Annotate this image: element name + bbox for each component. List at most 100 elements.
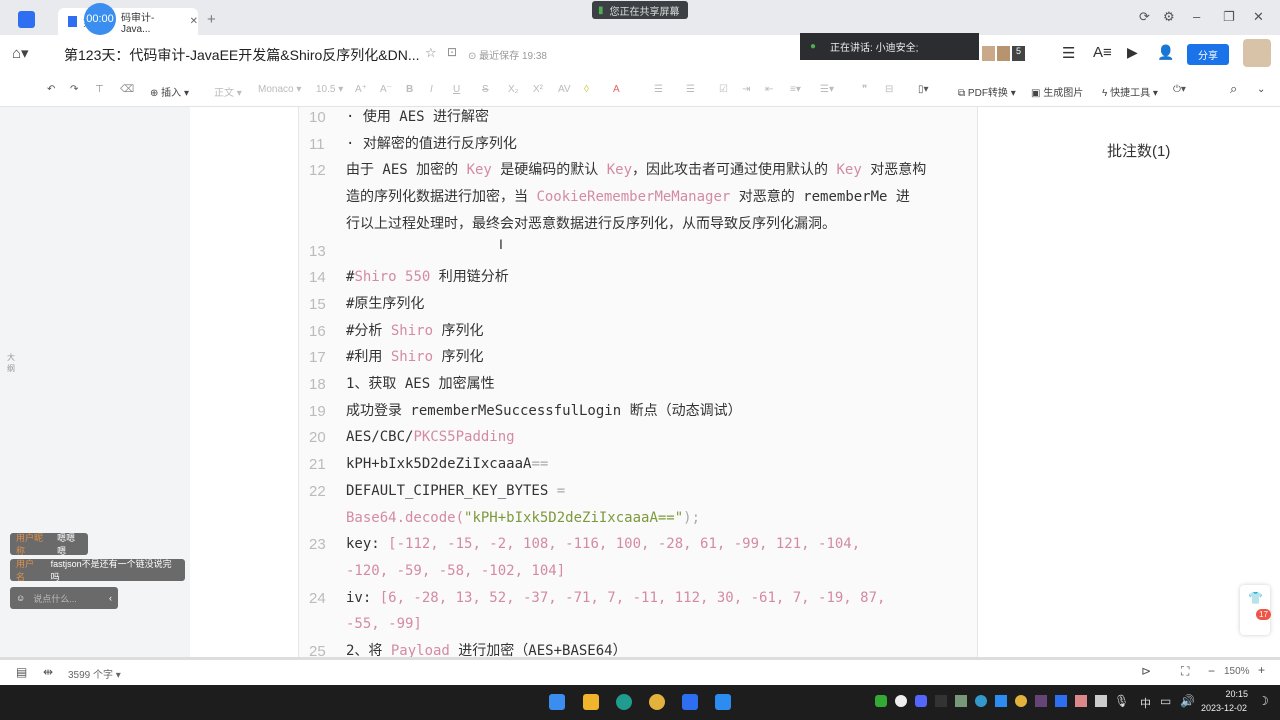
- ime-indicator[interactable]: 中: [1140, 695, 1151, 711]
- move-icon[interactable]: ⊡: [447, 45, 457, 59]
- home-icon[interactable]: ⌂▾: [12, 44, 29, 62]
- plugin-icon[interactable]: ⏻▾: [1173, 84, 1186, 95]
- bullet-list-icon[interactable]: ☰: [654, 84, 663, 95]
- tab-document[interactable]: 第 码审计-Java... ✕: [58, 8, 198, 35]
- align-icon[interactable]: ≡▾: [790, 84, 801, 95]
- undo-icon[interactable]: ↶: [47, 84, 55, 95]
- page-view-icon[interactable]: ▯▾: [918, 84, 929, 95]
- microphone-tray-icon[interactable]: 🎙: [1114, 694, 1129, 708]
- minimize-button[interactable]: –: [1193, 9, 1200, 24]
- clock-time[interactable]: 20:15: [1218, 689, 1248, 699]
- text-segment: 对恶意构: [861, 162, 927, 179]
- font-size-select[interactable]: 10.5 ▾: [316, 84, 343, 95]
- comments-count[interactable]: 批注数(1): [1107, 140, 1170, 161]
- code-block[interactable]: 10 · 使用 AES 进行解密 11 · 对解密的值进行反序列化 12 由于 AES 加…: [298, 107, 978, 657]
- new-tab-button[interactable]: +: [207, 11, 216, 28]
- superscript-icon[interactable]: X²: [533, 84, 543, 95]
- network-icon[interactable]: ▭: [1160, 694, 1171, 708]
- volume-icon[interactable]: 🔊: [1180, 694, 1195, 708]
- numbered-list-icon[interactable]: ☰: [686, 84, 695, 95]
- file-explorer-icon[interactable]: [583, 694, 599, 710]
- share-button[interactable]: 分享: [1187, 44, 1229, 65]
- quick-tools-button[interactable]: ϟ 快捷工具 ▾: [1102, 84, 1158, 99]
- document-title[interactable]: 第123天：代码审计-JavaEE开发篇&Shiro反序列化&DN...: [64, 45, 420, 65]
- line-text: key: [-112, -15, -2, 108, -116, 100, -28…: [346, 531, 860, 558]
- collapse-chat-icon[interactable]: ‹: [109, 593, 112, 603]
- shirt-icon: 👕: [1248, 591, 1263, 605]
- close-tab-icon[interactable]: ✕: [190, 16, 198, 27]
- quote-icon[interactable]: ❞: [862, 84, 867, 95]
- insert-button[interactable]: ⊕ 插入 ▾: [150, 84, 189, 99]
- format-painter-icon[interactable]: ⊤: [95, 84, 104, 95]
- line-text: AES/CBC/PKCS5Padding: [346, 424, 515, 451]
- subscript-icon[interactable]: X₂: [508, 84, 519, 95]
- settings-icon[interactable]: ⚙: [1163, 9, 1175, 25]
- word-count-text: 3599 个字: [68, 670, 114, 681]
- divider-icon[interactable]: ⊟: [885, 84, 893, 95]
- clear-format-icon[interactable]: ⌫: [120, 84, 134, 95]
- text-cursor-icon: I: [499, 236, 503, 252]
- clock-date[interactable]: 2023-12-02: [1201, 703, 1247, 713]
- paragraph-style-select[interactable]: 正文 ▾: [214, 84, 242, 99]
- decrease-font-icon[interactable]: A⁻: [380, 84, 392, 95]
- sync-icon[interactable]: ⟳: [1139, 9, 1150, 25]
- assistant-widget[interactable]: 👕 17: [1240, 585, 1271, 635]
- collaborators-icon[interactable]: 👤: [1157, 44, 1174, 61]
- zoom-in-button[interactable]: +: [1258, 663, 1265, 677]
- outline-icon[interactable]: ▤: [16, 665, 27, 679]
- system-tray-icons[interactable]: [875, 695, 1107, 707]
- quick-label: 快捷工具: [1110, 88, 1151, 99]
- fullscreen-icon[interactable]: ⛶: [1181, 664, 1189, 679]
- generate-image-button[interactable]: ▣ 生成图片: [1031, 84, 1083, 99]
- highlighted-token: Payload: [390, 643, 450, 657]
- edge-icon[interactable]: [616, 694, 632, 710]
- zoom-level[interactable]: 150%: [1224, 666, 1250, 677]
- outline-toggle[interactable]: 大纲: [7, 352, 17, 374]
- highlighted-token: Key: [606, 162, 633, 179]
- line-text: -55, -99]: [346, 611, 422, 638]
- chrome-icon[interactable]: [649, 694, 665, 710]
- highlighted-token: Key: [466, 162, 492, 179]
- indent-icon[interactable]: ⇥: [742, 84, 750, 95]
- increase-font-icon[interactable]: A⁺: [355, 84, 367, 95]
- present-icon[interactable]: ▶: [1127, 44, 1138, 61]
- checklist-icon[interactable]: ☑: [719, 84, 728, 95]
- emoji-icon[interactable]: ☺: [16, 593, 25, 603]
- play-icon[interactable]: ⊳: [1141, 664, 1151, 678]
- chat-text: 嗯嗯嗯: [57, 533, 76, 556]
- line-spacing-icon[interactable]: ☰▾: [820, 84, 834, 95]
- highlight-icon[interactable]: ◊: [584, 84, 589, 95]
- meeting-app-icon[interactable]: [715, 694, 731, 710]
- docs-app-icon[interactable]: [682, 694, 698, 710]
- collapse-toolbar-icon[interactable]: ⌄: [1257, 84, 1265, 95]
- style-value: 正文: [214, 88, 234, 99]
- notification-badge: 17: [1256, 609, 1271, 620]
- page-width-icon[interactable]: ⇹: [43, 665, 53, 679]
- underline-icon[interactable]: U: [453, 84, 460, 95]
- word-count[interactable]: 3599 个字 ▾: [68, 666, 121, 681]
- close-window-button[interactable]: ✕: [1253, 9, 1264, 25]
- start-icon[interactable]: [549, 694, 565, 710]
- italic-icon[interactable]: I: [430, 84, 433, 95]
- pdf-convert-button[interactable]: ⧉ PDF转换 ▾: [958, 84, 1016, 99]
- font-color-icon[interactable]: A: [613, 84, 620, 95]
- chat-input[interactable]: ☺ 说点什么... ‹: [10, 587, 118, 609]
- text-segment: 由于 AES 加密的: [346, 162, 467, 179]
- line-text: #利用 Shiro 序列化: [346, 344, 483, 371]
- search-icon[interactable]: ⌕: [1230, 81, 1237, 97]
- collaborator-avatars[interactable]: 5: [982, 46, 1025, 61]
- font-select[interactable]: Monaco ▾: [258, 84, 301, 95]
- strikethrough-icon[interactable]: S: [482, 84, 489, 95]
- maximize-button[interactable]: ❐: [1223, 9, 1235, 25]
- user-avatar[interactable]: [1243, 39, 1271, 67]
- notification-icon[interactable]: ☽: [1258, 694, 1269, 708]
- text-format-icon[interactable]: A≡: [1093, 44, 1112, 61]
- star-icon[interactable]: ☆: [425, 45, 437, 61]
- menu-icon[interactable]: ☰: [1062, 44, 1075, 62]
- line-number: 24: [309, 589, 326, 607]
- spacing-icon[interactable]: AV: [558, 84, 571, 95]
- outdent-icon[interactable]: ⇤: [765, 84, 773, 95]
- bold-icon[interactable]: B: [406, 84, 413, 95]
- zoom-out-button[interactable]: −: [1208, 664, 1215, 678]
- redo-icon[interactable]: ↷: [70, 84, 78, 95]
